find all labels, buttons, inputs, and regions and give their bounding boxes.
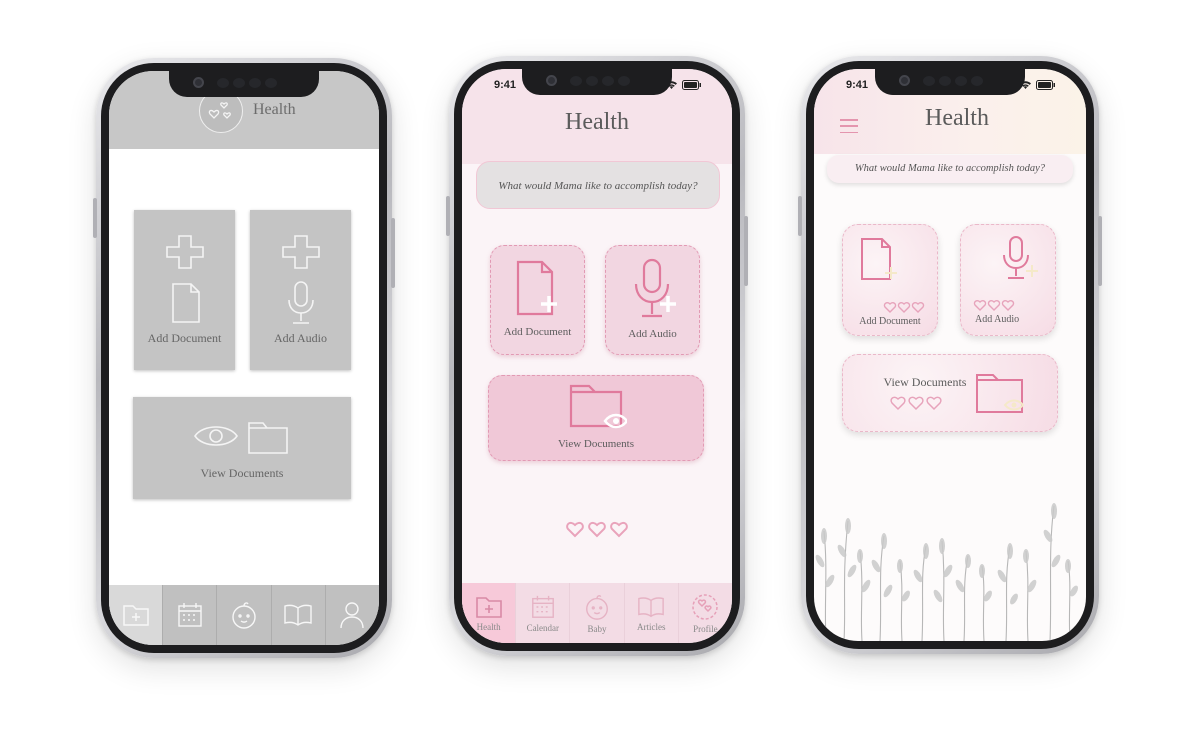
add-document-card[interactable]: Add Document <box>842 224 938 336</box>
microphone-icon <box>288 281 314 324</box>
profile-icon <box>692 593 719 620</box>
plus-icon <box>166 235 204 269</box>
tab-calendar[interactable] <box>163 585 218 645</box>
add-document-label: Add Document <box>503 326 572 338</box>
view-documents-card[interactable]: View Documents <box>842 354 1058 432</box>
volume-button <box>446 196 450 236</box>
plants-illustration <box>815 503 1078 641</box>
tab-label: Baby <box>587 623 607 634</box>
wireframe-screen: Health Add Document Add Audio View Docum… <box>109 71 379 645</box>
folder-icon <box>248 422 288 454</box>
volume-button <box>798 196 802 236</box>
view-folder-icon <box>569 384 627 429</box>
tab-articles[interactable] <box>272 585 326 645</box>
tab-baby[interactable]: Baby <box>570 583 625 643</box>
view-documents-card[interactable]: View Documents <box>488 375 704 461</box>
power-button <box>391 218 395 288</box>
phone-notch <box>169 71 319 97</box>
add-document-label: Add Document <box>147 331 222 345</box>
calendar-icon <box>178 603 202 627</box>
volume-button <box>93 198 97 238</box>
blush-phone: 9:41 Health What would Mama like to acco… <box>798 56 1102 654</box>
prompt-banner: What would Mama like to accomplish today… <box>827 155 1073 183</box>
power-button <box>744 216 748 286</box>
book-icon <box>638 596 665 617</box>
hearts-icon <box>973 300 1015 311</box>
hearts-icon <box>883 302 925 313</box>
tab-bar: Health Calendar Baby Articles Profile <box>462 583 732 643</box>
battery-icon <box>682 80 701 90</box>
health-folder-icon <box>122 605 149 626</box>
add-document-icon <box>861 238 897 280</box>
tab-baby[interactable] <box>217 585 272 645</box>
hearts-icon <box>890 396 942 411</box>
wireframe-phone: Health Add Document Add Audio View Docum… <box>93 58 395 658</box>
blush-screen: 9:41 Health What would Mama like to acco… <box>814 69 1086 641</box>
add-audio-label: Add Audio <box>628 328 677 340</box>
page-title: Health <box>925 105 989 131</box>
tab-label: Articles <box>636 621 666 632</box>
tab-label: Calendar <box>526 622 560 633</box>
profile-icon <box>340 602 365 629</box>
document-icon <box>172 283 200 323</box>
page-title: Health <box>565 109 629 135</box>
add-document-card[interactable]: Add Document <box>134 210 235 370</box>
status-time: 9:41 <box>846 79 869 91</box>
tab-health[interactable] <box>109 585 164 645</box>
view-documents-card[interactable]: View Documents <box>133 397 351 499</box>
add-document-icon <box>516 260 557 316</box>
view-documents-label: View Documents <box>200 466 284 480</box>
pink-phone: 9:41 Health What would Mama like to acco… <box>446 56 748 656</box>
tab-calendar[interactable]: Calendar <box>516 583 571 643</box>
eye-icon <box>194 426 238 446</box>
calendar-icon <box>531 595 554 618</box>
baby-icon <box>232 602 256 629</box>
power-button <box>1098 216 1102 286</box>
add-audio-icon <box>1003 236 1038 279</box>
add-audio-icon <box>634 258 676 318</box>
tab-label: Profile <box>693 623 718 634</box>
page-title: Health <box>253 101 296 118</box>
battery-icon <box>1036 80 1055 90</box>
hearts-icon <box>566 521 628 538</box>
add-audio-card[interactable]: Add Audio <box>605 245 700 355</box>
add-document-label: Add Document <box>859 316 921 327</box>
phone-notch <box>875 69 1025 95</box>
tab-health[interactable]: Health <box>462 583 517 643</box>
add-audio-card[interactable]: Add Audio <box>960 224 1056 336</box>
tab-articles[interactable]: Articles <box>625 583 679 643</box>
tab-bar <box>109 585 379 645</box>
health-folder-icon <box>475 596 502 618</box>
pink-screen: 9:41 Health What would Mama like to acco… <box>462 69 732 643</box>
plus-icon <box>282 235 320 269</box>
add-audio-label: Add Audio <box>273 331 327 345</box>
view-folder-icon <box>976 374 1025 413</box>
add-audio-label: Add Audio <box>975 314 1020 325</box>
prompt-banner: What would Mama like to accomplish today… <box>476 161 720 209</box>
baby-icon <box>586 594 608 620</box>
status-time: 9:41 <box>494 79 517 91</box>
tab-profile[interactable] <box>326 585 379 645</box>
phone-notch <box>522 69 672 95</box>
add-document-card[interactable]: Add Document <box>490 245 585 355</box>
hearts-decoration <box>462 519 732 539</box>
add-audio-card[interactable]: Add Audio <box>250 210 351 370</box>
tab-profile[interactable]: Profile <box>679 583 732 643</box>
book-icon <box>284 604 312 626</box>
view-documents-label: View Documents <box>557 438 635 450</box>
tab-label: Health <box>476 621 501 632</box>
